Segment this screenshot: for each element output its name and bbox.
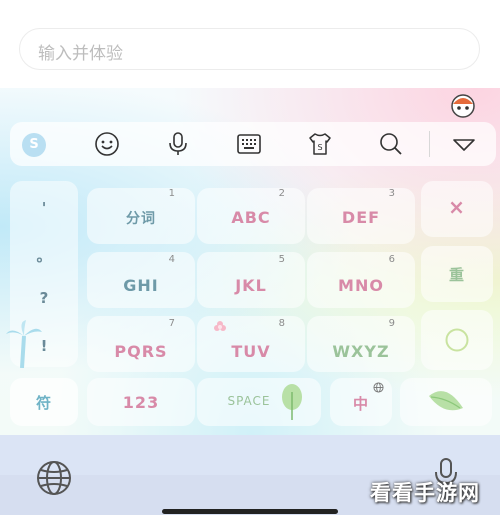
skin-icon[interactable]: S bbox=[307, 131, 333, 157]
key-label: PQRS bbox=[114, 342, 168, 361]
key-label: GHI bbox=[123, 276, 159, 295]
enter-leaf-key[interactable] bbox=[400, 378, 492, 426]
tree-decoration bbox=[282, 384, 302, 420]
search-icon[interactable] bbox=[378, 131, 404, 157]
circle-enter-icon bbox=[445, 328, 469, 352]
key-3[interactable]: 3 DEF bbox=[307, 188, 415, 244]
collapse-keyboard-icon[interactable] bbox=[451, 131, 477, 157]
search-placeholder: 输入并体验 bbox=[38, 44, 123, 64]
key-4[interactable]: 4 GHI bbox=[87, 252, 195, 308]
microphone-icon[interactable] bbox=[165, 131, 191, 157]
key-7[interactable]: 7 PQRS bbox=[87, 316, 195, 372]
key-label: WXYZ bbox=[332, 342, 390, 361]
space-key[interactable]: SPACE bbox=[197, 378, 321, 426]
symbol-key[interactable]: 符 bbox=[10, 378, 78, 426]
reenter-button[interactable]: 重 bbox=[421, 246, 493, 302]
delete-icon: × bbox=[448, 195, 466, 219]
key-9[interactable]: 9 WXYZ bbox=[307, 316, 415, 372]
keyboard-icon[interactable] bbox=[236, 131, 262, 157]
emoji-icon[interactable] bbox=[94, 131, 120, 157]
search-input[interactable]: 输入并体验 bbox=[19, 28, 480, 70]
key-8[interactable]: 8 TUV bbox=[197, 316, 305, 372]
key-label: JKL bbox=[235, 276, 267, 295]
key-5[interactable]: 5 JKL bbox=[197, 252, 305, 308]
symbol-label: 符 bbox=[35, 394, 52, 412]
svg-text:S: S bbox=[317, 143, 322, 152]
punct-key[interactable]: ' bbox=[10, 199, 78, 217]
key-2[interactable]: 2 ABC bbox=[197, 188, 305, 244]
lang-label: 中 bbox=[352, 395, 369, 413]
key-label: MNO bbox=[338, 276, 384, 295]
globe-small-icon bbox=[373, 382, 384, 393]
ime-logo-icon[interactable]: S bbox=[22, 133, 46, 157]
palm-tree-decoration bbox=[6, 320, 42, 368]
home-indicator bbox=[162, 509, 338, 514]
toolbar-divider bbox=[429, 131, 430, 157]
key-label: TUV bbox=[231, 342, 271, 361]
punct-key[interactable]: ? bbox=[10, 289, 78, 307]
enter-button[interactable] bbox=[421, 310, 493, 370]
key-6[interactable]: 6 MNO bbox=[307, 252, 415, 308]
globe-icon[interactable] bbox=[36, 460, 72, 496]
reenter-label: 重 bbox=[448, 266, 465, 284]
delete-button[interactable]: × bbox=[421, 181, 493, 237]
key-label: DEF bbox=[341, 208, 381, 227]
flower-decoration bbox=[214, 321, 226, 331]
key-1[interactable]: 1 分词 bbox=[87, 188, 195, 244]
leaf-icon bbox=[429, 391, 463, 411]
punct-key[interactable]: 。 bbox=[10, 245, 78, 266]
key-label: 分词 bbox=[126, 211, 156, 227]
mascot-icon bbox=[451, 94, 475, 118]
watermark-text: 看看手游网 bbox=[370, 481, 480, 505]
key-label: ABC bbox=[231, 208, 271, 227]
lang-switch-key[interactable]: 中 bbox=[330, 378, 392, 426]
